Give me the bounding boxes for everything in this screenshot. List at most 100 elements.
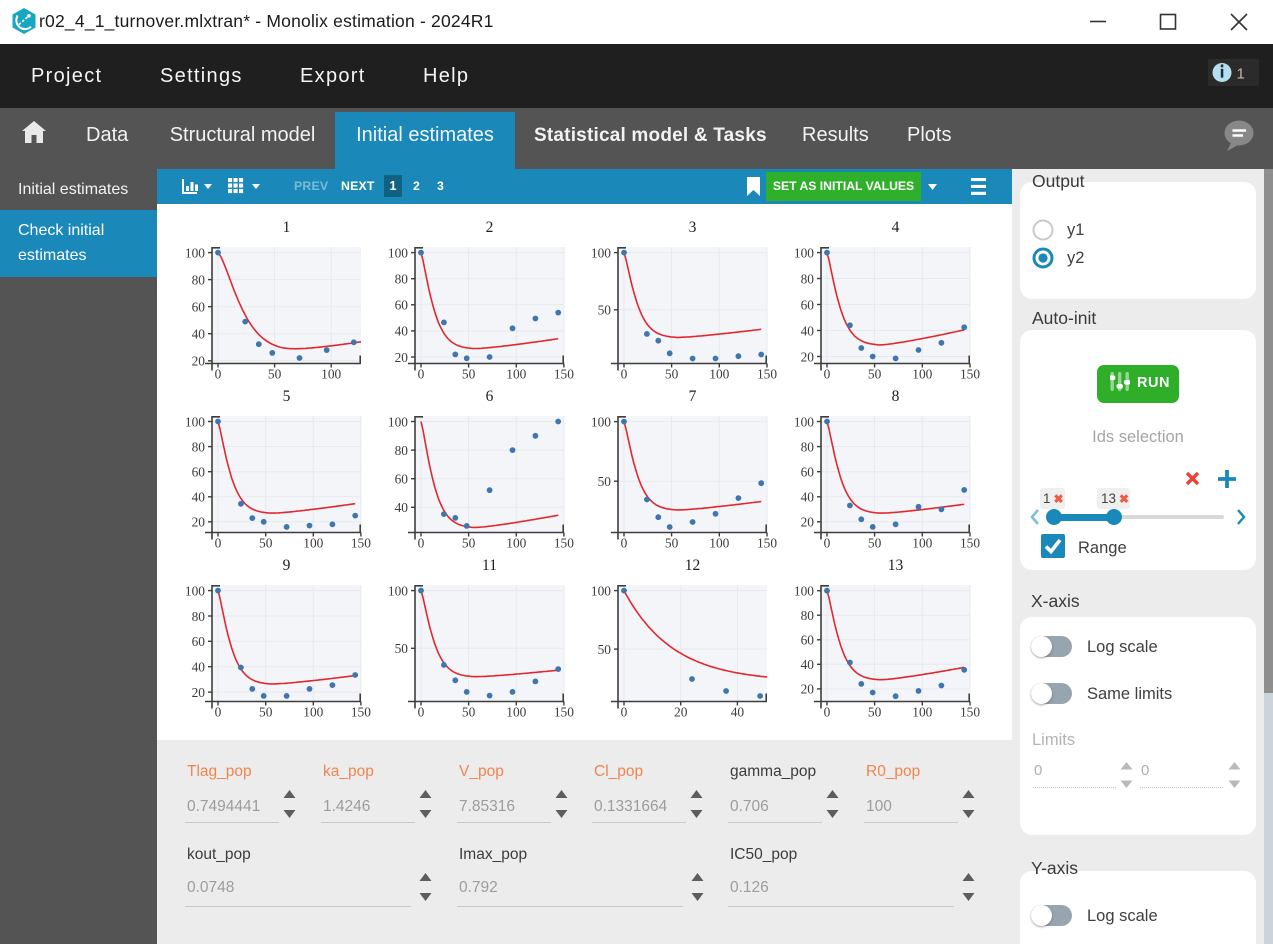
svg-text:100: 100 [794, 414, 814, 429]
svg-text:40: 40 [801, 323, 815, 338]
svg-text:20: 20 [801, 682, 815, 697]
svg-text:40: 40 [801, 657, 815, 672]
svg-text:100: 100 [388, 245, 408, 260]
svg-text:100: 100 [912, 367, 932, 382]
svg-text:20: 20 [192, 685, 206, 700]
svg-text:100: 100 [794, 245, 814, 260]
svg-text:12: 12 [685, 557, 701, 574]
svg-text:100: 100 [185, 414, 205, 429]
svg-text:0: 0 [418, 705, 425, 720]
svg-text:20: 20 [395, 350, 409, 365]
svg-text:100: 100 [591, 245, 611, 260]
svg-text:13: 13 [888, 557, 904, 574]
svg-text:0: 0 [621, 536, 628, 551]
svg-text:150: 150 [960, 705, 980, 720]
svg-text:7: 7 [689, 388, 697, 405]
svg-text:0: 0 [824, 705, 831, 720]
svg-text:100: 100 [506, 367, 526, 382]
svg-text:150: 150 [554, 536, 574, 551]
svg-text:100: 100 [709, 367, 729, 382]
svg-text:0: 0 [824, 367, 831, 382]
svg-text:40: 40 [192, 660, 206, 675]
svg-text:40: 40 [192, 490, 206, 505]
svg-text:80: 80 [801, 608, 815, 623]
svg-text:40: 40 [801, 490, 815, 505]
svg-text:50: 50 [268, 367, 282, 382]
svg-text:150: 150 [960, 367, 980, 382]
svg-text:100: 100 [506, 536, 526, 551]
svg-text:150: 150 [554, 367, 574, 382]
svg-text:100: 100 [303, 536, 323, 551]
svg-text:50: 50 [259, 705, 273, 720]
svg-text:80: 80 [801, 439, 815, 454]
svg-text:2: 2 [486, 219, 494, 236]
svg-text:60: 60 [192, 300, 206, 315]
svg-text:6: 6 [486, 388, 494, 405]
svg-text:50: 50 [665, 367, 679, 382]
svg-text:60: 60 [801, 297, 815, 312]
svg-text:100: 100 [321, 367, 341, 382]
svg-text:100: 100 [185, 583, 205, 598]
svg-text:40: 40 [731, 705, 745, 720]
svg-text:50: 50 [598, 642, 612, 657]
svg-text:50: 50 [259, 536, 273, 551]
svg-text:50: 50 [395, 641, 409, 656]
svg-text:20: 20 [192, 515, 206, 530]
svg-text:150: 150 [351, 536, 371, 551]
svg-text:80: 80 [395, 443, 409, 458]
svg-text:1: 1 [283, 219, 291, 236]
svg-text:4: 4 [892, 219, 900, 236]
svg-text:0: 0 [418, 536, 425, 551]
svg-text:100: 100 [388, 414, 408, 429]
svg-text:50: 50 [462, 367, 476, 382]
svg-text:20: 20 [192, 354, 206, 369]
svg-text:0: 0 [824, 536, 831, 551]
svg-text:40: 40 [395, 500, 409, 515]
svg-text:40: 40 [192, 327, 206, 342]
svg-text:150: 150 [757, 367, 777, 382]
svg-text:60: 60 [801, 465, 815, 480]
svg-text:100: 100 [709, 536, 729, 551]
svg-text:0: 0 [215, 536, 222, 551]
svg-text:50: 50 [462, 705, 476, 720]
svg-text:80: 80 [395, 272, 409, 287]
svg-text:50: 50 [665, 536, 679, 551]
svg-text:20: 20 [801, 349, 815, 364]
svg-text:20: 20 [801, 515, 815, 530]
svg-text:100: 100 [591, 414, 611, 429]
svg-text:80: 80 [801, 271, 815, 286]
svg-text:150: 150 [554, 705, 574, 720]
svg-text:60: 60 [192, 634, 206, 649]
svg-text:40: 40 [395, 324, 409, 339]
svg-text:100: 100 [912, 536, 932, 551]
svg-text:60: 60 [395, 472, 409, 487]
svg-text:100: 100 [185, 245, 205, 260]
svg-text:0: 0 [215, 705, 222, 720]
svg-text:50: 50 [598, 303, 612, 318]
svg-text:50: 50 [868, 705, 882, 720]
svg-text:80: 80 [192, 272, 206, 287]
svg-text:80: 80 [192, 609, 206, 624]
svg-text:11: 11 [482, 557, 497, 574]
svg-text:150: 150 [757, 536, 777, 551]
svg-text:80: 80 [192, 439, 206, 454]
svg-text:60: 60 [801, 633, 815, 648]
svg-text:100: 100 [388, 583, 408, 598]
svg-text:8: 8 [892, 388, 900, 405]
svg-text:100: 100 [912, 705, 932, 720]
svg-text:5: 5 [283, 388, 291, 405]
svg-text:100: 100 [506, 705, 526, 720]
svg-text:0: 0 [418, 367, 425, 382]
svg-text:100: 100 [794, 584, 814, 599]
svg-text:20: 20 [674, 705, 688, 720]
svg-text:9: 9 [283, 557, 291, 574]
svg-text:0: 0 [215, 367, 222, 382]
svg-text:50: 50 [598, 474, 612, 489]
svg-text:60: 60 [395, 298, 409, 313]
svg-text:50: 50 [868, 367, 882, 382]
svg-text:100: 100 [591, 583, 611, 598]
svg-text:150: 150 [960, 536, 980, 551]
svg-text:0: 0 [621, 367, 628, 382]
svg-text:3: 3 [689, 219, 697, 236]
svg-text:1: 1 [1237, 66, 1245, 83]
